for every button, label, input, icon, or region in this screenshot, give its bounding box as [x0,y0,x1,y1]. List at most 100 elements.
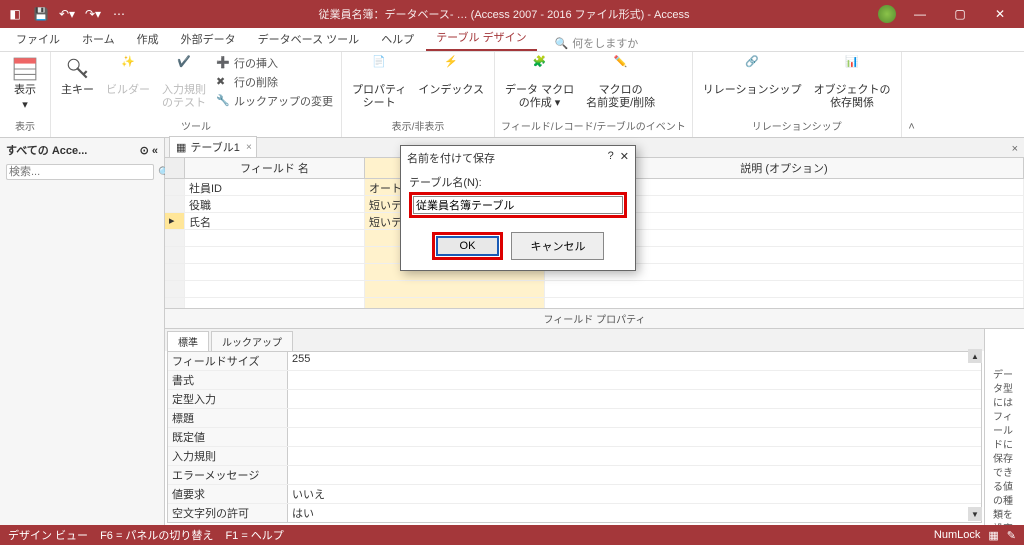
table-name-input[interactable] [413,196,623,214]
ok-button[interactable]: OK [436,236,500,256]
property-value[interactable] [288,409,981,427]
property-row[interactable]: 値要求いいえ [168,485,981,504]
property-row[interactable]: フィールドサイズ255 [168,352,981,371]
property-row[interactable]: 空文字列の許可はい [168,504,981,523]
property-value[interactable]: はい [288,504,981,522]
property-row[interactable]: 書式 [168,371,981,390]
collapse-ribbon-button[interactable]: ˄ [902,52,922,137]
property-help-text: データ型にはフィールドに保存できる値の種類を設定します。ヘルプを表示するには、F… [985,329,1024,525]
property-row[interactable]: 標題 [168,409,981,428]
chevron-left-icon[interactable]: ⊙ « [140,144,158,157]
property-sheet-button[interactable]: 📄 プロパティ シート [348,54,410,112]
design-view-icon[interactable]: ✎ [1007,529,1016,542]
insert-rows-button[interactable]: ➕行の挿入 [214,54,335,72]
qat-more-icon[interactable]: ⋯ [108,3,130,25]
row-selector[interactable] [165,179,185,195]
property-row[interactable]: エラーメッセージ [168,466,981,485]
property-key: フィールドサイズ [168,352,288,370]
table-row[interactable] [165,298,1024,308]
relationships-icon: 🔗 [739,56,765,82]
cancel-button[interactable]: キャンセル [511,232,604,260]
window-title: 従業員名簿：データベース- … (Access 2007 - 2016 ファイル… [130,6,878,22]
property-key: 標題 [168,409,288,427]
close-button[interactable]: ✕ [980,0,1020,28]
property-sheet-icon: 📄 [366,56,392,82]
field-properties-label: フィールド プロパティ [165,308,1024,329]
undo-icon[interactable]: ↶▾ [56,3,78,25]
status-f1: F1 = ヘルプ [225,527,283,543]
ribbon-tab-file[interactable]: ファイル [6,27,70,51]
ribbon-tab-table-design[interactable]: テーブル デザイン [426,25,536,51]
ribbon-tab-external-data[interactable]: 外部データ [171,27,246,51]
prop-tab-general[interactable]: 標準 [167,331,209,351]
ribbon-tab-db-tools[interactable]: データベース ツール [248,27,370,51]
data-macro-icon: 🧩 [527,56,553,82]
navpane-search-input[interactable] [6,164,154,180]
property-row[interactable]: 定型入力 [168,390,981,409]
property-value[interactable]: 255 [288,352,981,370]
property-row[interactable]: 既定値 [168,428,981,447]
key-icon [65,56,91,82]
table-row[interactable] [165,281,1024,298]
view-button[interactable]: 表示▾ [6,54,44,114]
redo-icon[interactable]: ↷▾ [82,3,104,25]
minimize-button[interactable]: — [900,0,940,28]
access-icon[interactable]: ◧ [4,3,26,25]
table-name-label: テーブル名(N): [409,174,627,190]
dialog-help-icon[interactable]: ? [608,150,614,166]
property-value[interactable]: いいえ [288,485,981,503]
maximize-button[interactable]: ▢ [940,0,980,28]
cell-field-name[interactable]: 社員ID [185,179,365,195]
doc-tab-table1[interactable]: ▦ テーブル1 × [169,136,257,157]
prop-tab-lookup[interactable]: ルックアップ [211,331,293,351]
ribbon-tab-create[interactable]: 作成 [127,27,169,51]
status-view: デザイン ビュー [8,527,88,543]
scroll-down-button[interactable]: ▼ [968,507,982,521]
table-icon: ▦ [176,141,186,154]
dependencies-icon: 📊 [839,56,865,82]
property-value[interactable] [288,390,981,408]
close-document-button[interactable]: × [1006,141,1024,157]
tell-me-search[interactable]: 🔍 何をしますか [555,35,639,51]
primary-key-button[interactable]: 主キー [57,54,98,99]
datasheet-view-icon[interactable]: ▦ [988,529,998,542]
row-selector-header[interactable] [165,158,185,178]
ribbon-tab-help[interactable]: ヘルプ [371,27,424,51]
status-bar: デザイン ビュー F6 = パネルの切り替え F1 = ヘルプ NumLock … [0,525,1024,545]
window-controls: — ▢ ✕ [900,0,1020,28]
cell-field-name[interactable]: 氏名 [185,213,365,229]
property-row[interactable]: 入力規則 [168,447,981,466]
property-key: 入力規則 [168,447,288,465]
scroll-up-button[interactable]: ▲ [968,349,982,363]
property-value[interactable] [288,371,981,389]
property-grid[interactable]: フィールドサイズ255書式定型入力標題既定値入力規則エラーメッセージ値要求いいえ… [167,351,982,523]
create-data-macro-button[interactable]: 🧩 データ マクロ の作成 ▾ [501,54,578,112]
property-value[interactable] [288,428,981,446]
property-key: 値要求 [168,485,288,503]
indexes-button[interactable]: ⚡ インデックス [414,54,488,99]
property-key: 空文字列の許可 [168,504,288,522]
save-as-dialog: 名前を付けて保存 ? ✕ テーブル名(N): OK キャンセル [400,145,636,271]
tab-close-icon[interactable]: × [246,142,252,153]
cell-field-name[interactable]: 役職 [185,196,365,212]
rename-delete-macro-button[interactable]: ✏️ マクロの 名前変更/削除 [582,54,659,112]
navpane-header[interactable]: すべての Acce... ⊙ « [0,138,164,162]
relationships-button[interactable]: 🔗 リレーションシップ [699,54,806,99]
modify-lookups-button[interactable]: 🔧ルックアップの変更 [214,92,335,110]
ribbon-tab-home[interactable]: ホーム [72,27,125,51]
property-value[interactable] [288,466,981,484]
row-selector[interactable] [165,196,185,212]
col-field-name[interactable]: フィールド 名 [185,158,365,178]
dialog-titlebar: 名前を付けて保存 ? ✕ [401,146,635,170]
object-dependencies-button[interactable]: 📊 オブジェクトの 依存関係 [810,54,895,112]
ribbon: 表示▾ 表示 主キー ✨ ビルダー ✔️ 入力規則 のテスト ➕行の挿入 ✖行の… [0,52,1024,138]
validation-test-button: ✔️ 入力規則 のテスト [158,54,210,112]
user-avatar-icon[interactable] [878,5,896,23]
indexes-icon: ⚡ [438,56,464,82]
dialog-close-icon[interactable]: ✕ [620,150,629,166]
save-icon[interactable]: 💾 [30,3,52,25]
property-value[interactable] [288,447,981,465]
delete-rows-button[interactable]: ✖行の削除 [214,73,335,91]
row-selector[interactable]: ▸ [165,213,185,229]
property-tabs: 標準 ルックアップ [165,329,984,351]
